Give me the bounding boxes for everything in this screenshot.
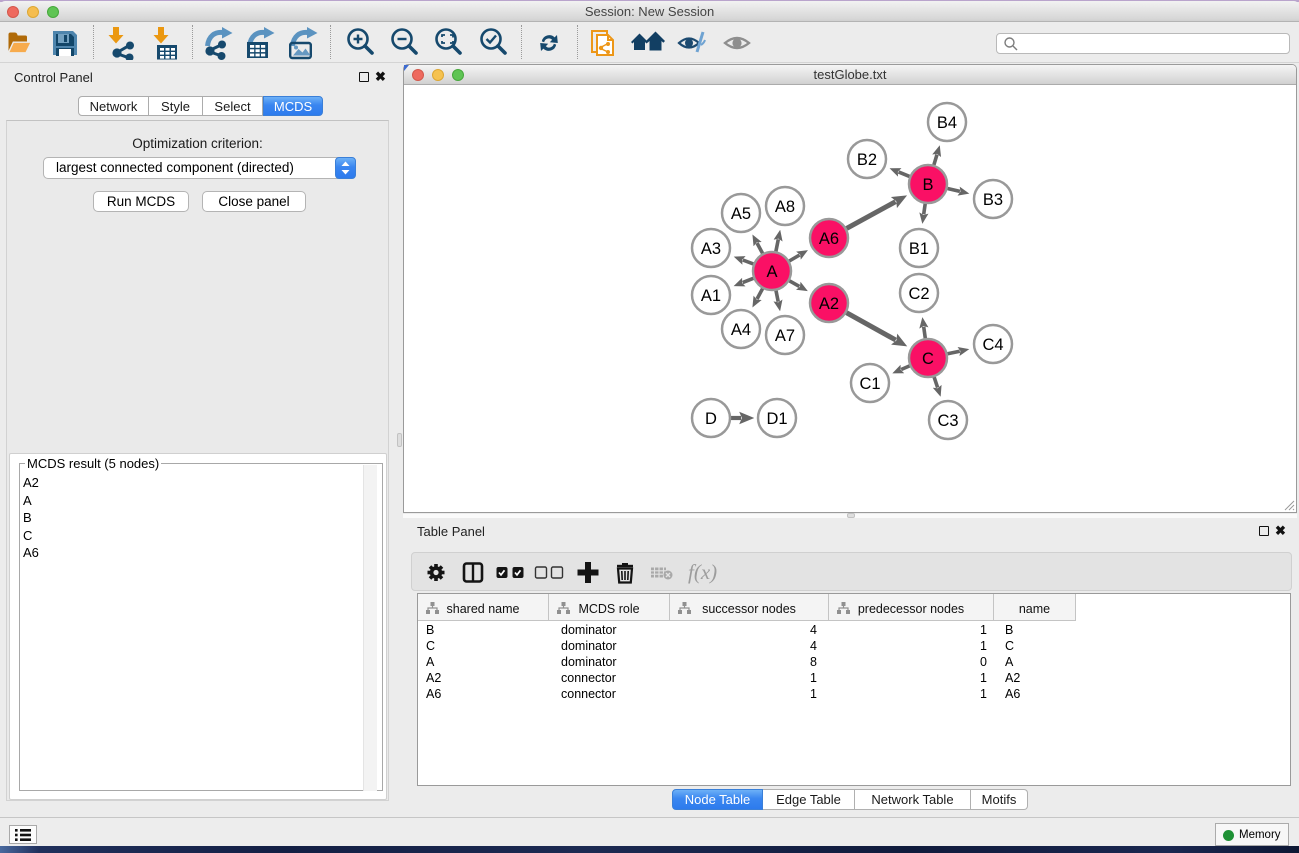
svg-text:C: C bbox=[922, 350, 934, 368]
svg-text:B2: B2 bbox=[857, 151, 877, 169]
svg-text:A8: A8 bbox=[775, 198, 795, 216]
svg-text:B4: B4 bbox=[937, 114, 957, 132]
svg-text:A2: A2 bbox=[819, 295, 839, 313]
svg-text:B1: B1 bbox=[909, 240, 929, 258]
svg-text:B: B bbox=[922, 176, 933, 194]
svg-text:A6: A6 bbox=[819, 230, 839, 248]
svg-text:C1: C1 bbox=[859, 375, 880, 393]
svg-text:D: D bbox=[705, 410, 717, 428]
svg-text:C4: C4 bbox=[982, 336, 1003, 354]
svg-text:f(x): f(x) bbox=[688, 560, 717, 584]
svg-text:A7: A7 bbox=[775, 327, 795, 345]
svg-text:A1: A1 bbox=[701, 287, 721, 305]
svg-text:B3: B3 bbox=[983, 191, 1003, 209]
svg-text:C3: C3 bbox=[937, 412, 958, 430]
svg-text:A: A bbox=[766, 263, 777, 281]
svg-text:C2: C2 bbox=[908, 285, 929, 303]
svg-text:A4: A4 bbox=[731, 321, 751, 339]
svg-text:A3: A3 bbox=[701, 240, 721, 258]
svg-text:A5: A5 bbox=[731, 205, 751, 223]
svg-text:D1: D1 bbox=[766, 410, 787, 428]
